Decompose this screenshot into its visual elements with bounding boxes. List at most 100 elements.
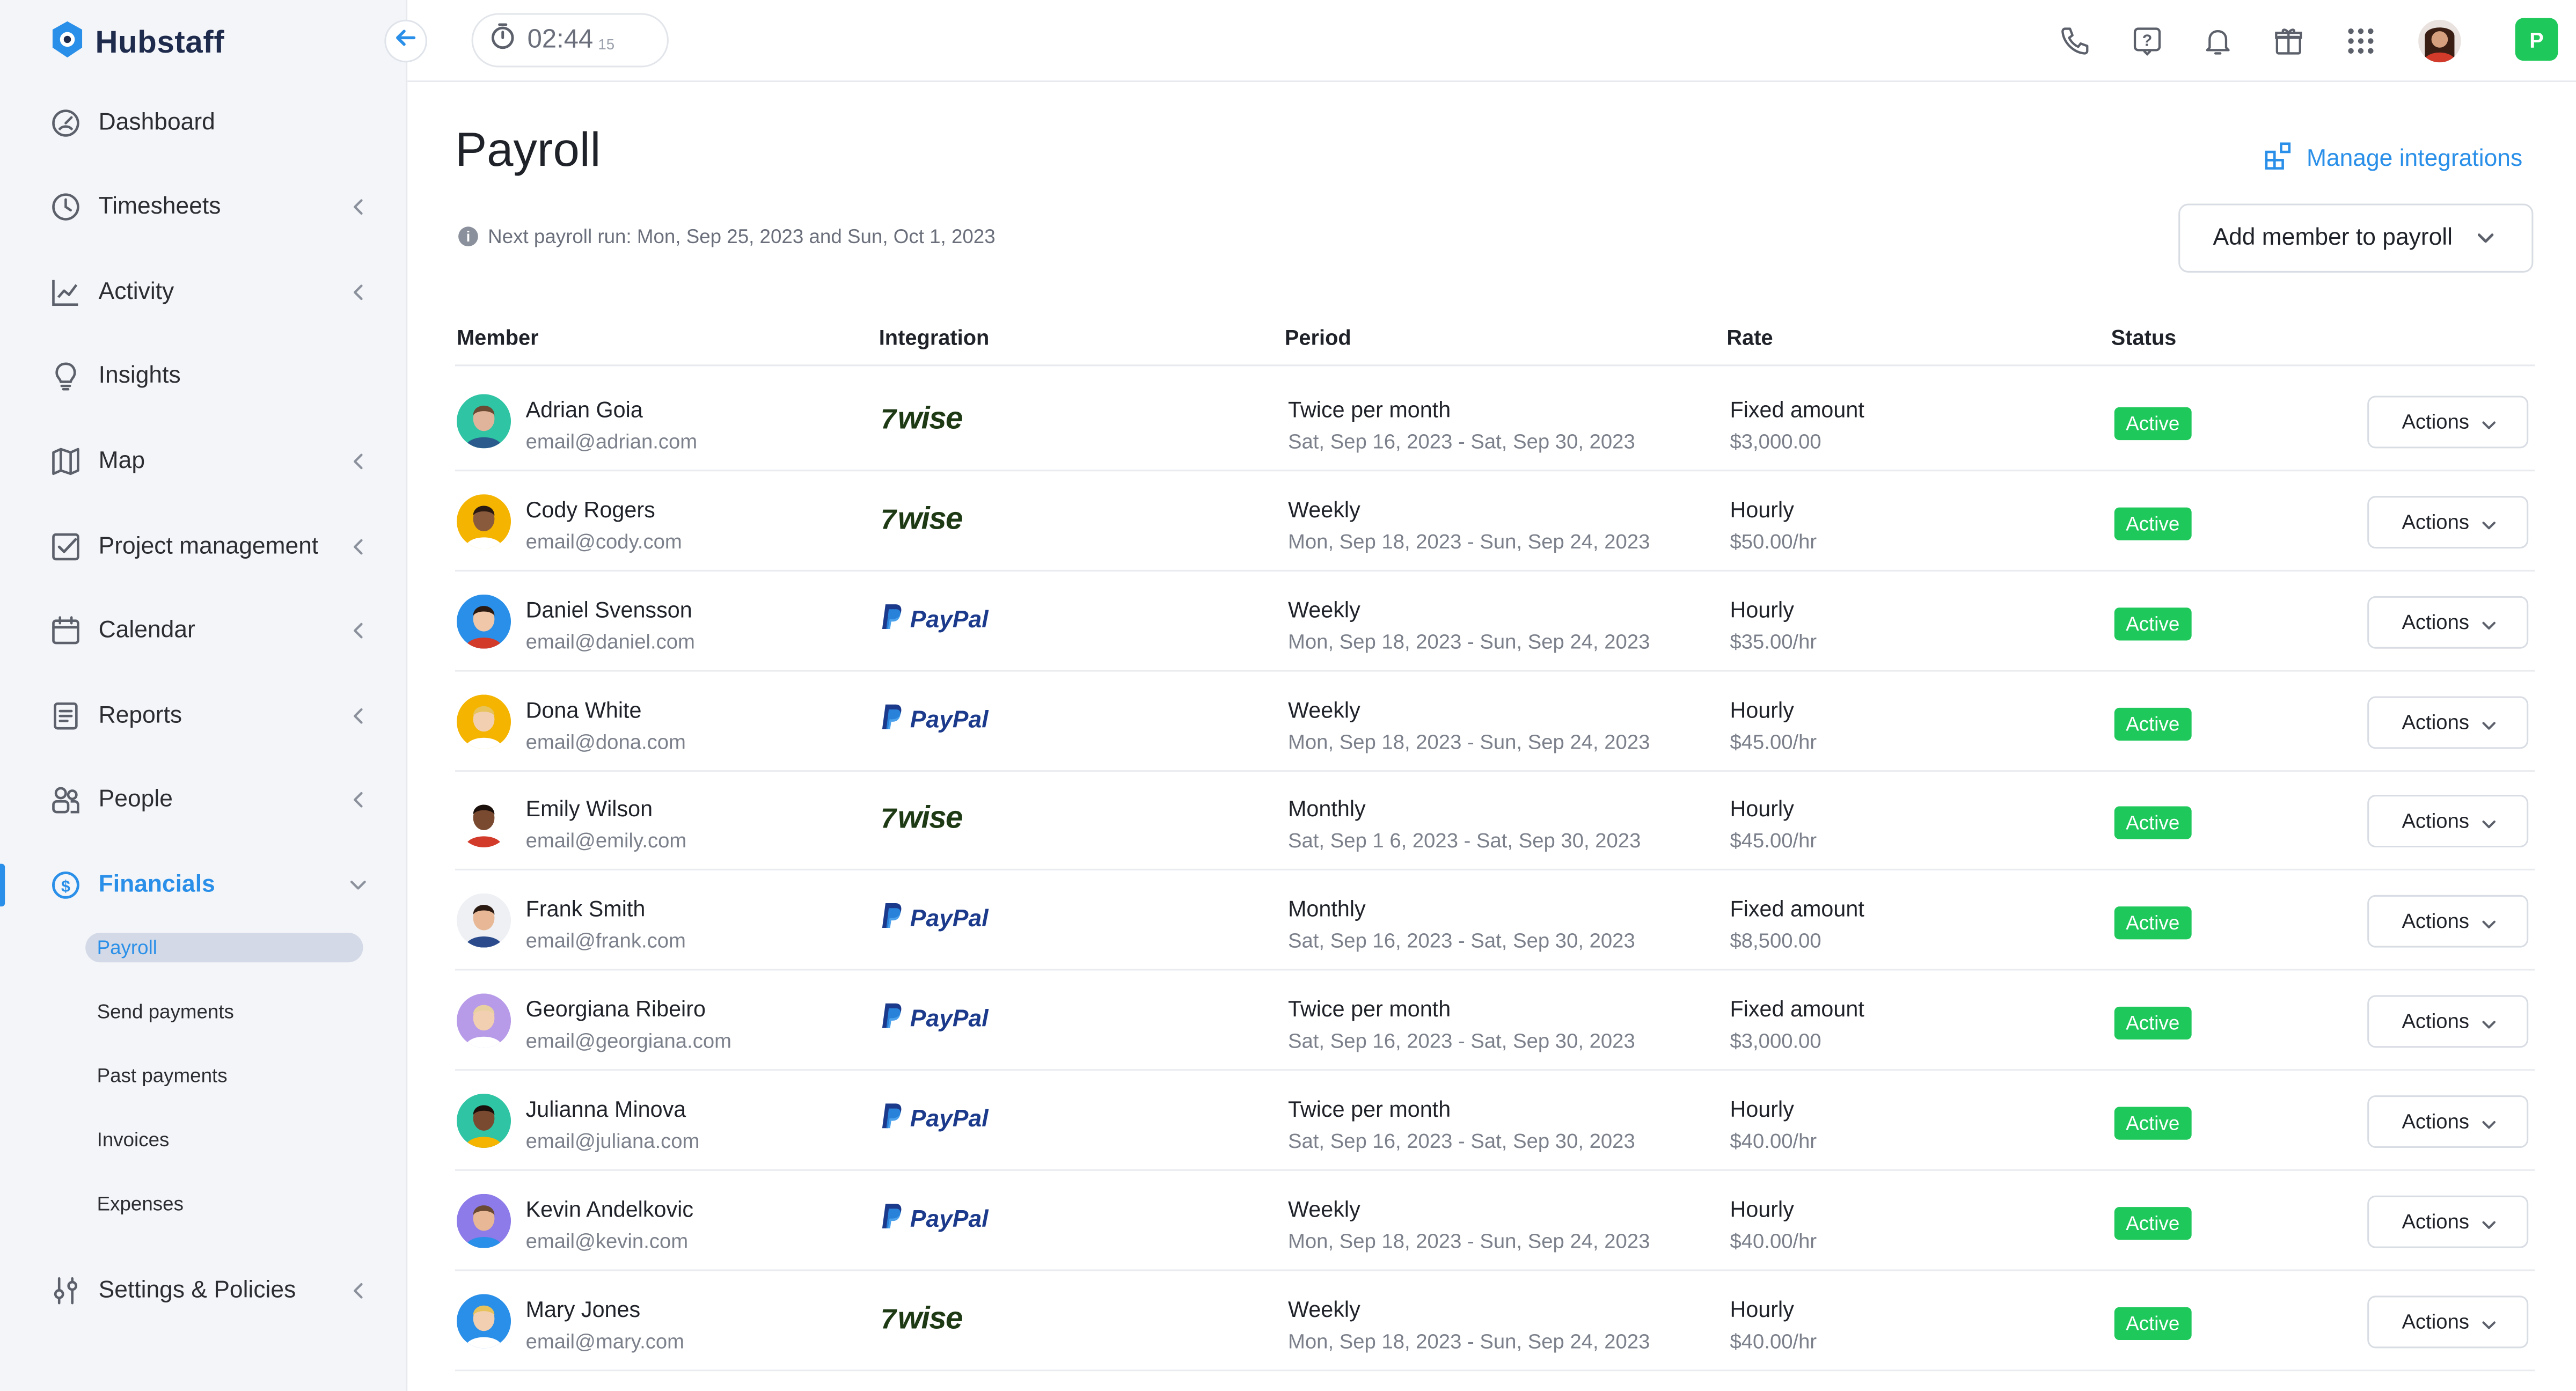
actions-button[interactable]: Actions bbox=[2367, 895, 2529, 948]
actions-button[interactable]: Actions bbox=[2367, 595, 2529, 648]
integration-name: wise bbox=[897, 1301, 963, 1336]
sidebar-item-label: Project management bbox=[98, 533, 319, 560]
chevron-left-icon bbox=[348, 619, 368, 649]
sidebar-item-label: People bbox=[98, 786, 173, 813]
sidebar-item-people[interactable]: People bbox=[49, 775, 371, 824]
sidebar-item-reports[interactable]: Reports bbox=[49, 691, 371, 741]
lightbulb-icon bbox=[49, 360, 82, 392]
sidebar-item-calendar[interactable]: Calendar bbox=[49, 606, 371, 655]
clock-icon bbox=[49, 191, 82, 223]
integration-name: wise bbox=[897, 402, 963, 437]
gauge-icon bbox=[49, 107, 82, 140]
app-root: Hubstaff Dashboard Timesheets Activity Insi… bbox=[0, 0, 2576, 1391]
sidebar: Hubstaff Dashboard Timesheets Activity Insi… bbox=[0, 0, 408, 1391]
table-row: Frank Smith email@frank.com PayPal Monthly S… bbox=[455, 871, 2535, 971]
actions-button[interactable]: Actions bbox=[2367, 396, 2529, 449]
sidebar-item-label: Activity bbox=[98, 279, 174, 306]
actions-button[interactable]: Actions bbox=[2367, 795, 2529, 848]
member-name[interactable]: Kevin Andelkovic bbox=[526, 1197, 693, 1221]
period-range: Mon, Sep 18, 2023 - Sun, Sep 24, 2023 bbox=[1288, 530, 1650, 553]
rate-type: Hourly bbox=[1730, 1297, 1794, 1322]
sidebar-subitem-payroll[interactable]: Payroll bbox=[85, 933, 363, 963]
period-frequency: Monthly bbox=[1288, 897, 1366, 922]
actions-label: Actions bbox=[2402, 910, 2470, 933]
arrow-left-icon bbox=[394, 25, 418, 56]
sidebar-item-dashboard[interactable]: Dashboard bbox=[49, 99, 371, 148]
sidebar-subitem-expenses[interactable]: Expenses bbox=[97, 1192, 184, 1216]
member-name[interactable]: Adrian Goia bbox=[526, 398, 643, 422]
member-name[interactable]: Frank Smith bbox=[526, 897, 646, 922]
apps-grid-icon[interactable] bbox=[2341, 21, 2380, 61]
actions-button[interactable]: Actions bbox=[2367, 1095, 2529, 1148]
actions-button[interactable]: Actions bbox=[2367, 696, 2529, 749]
sidebar-item-project-management[interactable]: Project management bbox=[49, 522, 371, 572]
member-email: email@georgiana.com bbox=[525, 1029, 732, 1053]
period-range: Mon, Sep 18, 2023 - Sun, Sep 24, 2023 bbox=[1288, 1229, 1650, 1253]
actions-label: Actions bbox=[2402, 1210, 2470, 1233]
member-name[interactable]: Dona White bbox=[526, 697, 642, 722]
chevron-down-icon bbox=[2480, 616, 2497, 639]
status-badge: Active bbox=[2114, 1107, 2191, 1140]
manage-integrations-link[interactable]: Manage integrations bbox=[2264, 141, 2522, 177]
table-header-divider bbox=[455, 364, 2535, 367]
sidebar-subitem-send-payments[interactable]: Send payments bbox=[97, 1000, 234, 1023]
status-badge: Active bbox=[2114, 507, 2191, 540]
gift-icon[interactable] bbox=[2269, 21, 2308, 61]
period-frequency: Twice per month bbox=[1288, 397, 1451, 422]
member-avatar bbox=[457, 494, 511, 548]
rate-type: Hourly bbox=[1730, 497, 1794, 522]
sidebar-item-activity[interactable]: Activity bbox=[49, 268, 371, 317]
member-name[interactable]: Julianna Minova bbox=[526, 1097, 686, 1122]
map-icon bbox=[49, 445, 82, 478]
sidebar-subitem-past-payments[interactable]: Past payments bbox=[97, 1064, 228, 1087]
collapse-sidebar-button[interactable] bbox=[384, 19, 427, 63]
status-badge: Active bbox=[2114, 1306, 2191, 1339]
sidebar-subitem-invoices[interactable]: Invoices bbox=[97, 1128, 170, 1151]
sidebar-item-financials[interactable]: $ Financials bbox=[49, 860, 371, 910]
phone-icon[interactable] bbox=[2055, 21, 2095, 61]
brand-name: Hubstaff bbox=[95, 25, 225, 60]
actions-label: Actions bbox=[2402, 1110, 2470, 1133]
integration-logo: PayPal bbox=[881, 1203, 989, 1236]
sidebar-item-timesheets[interactable]: Timesheets bbox=[49, 182, 371, 232]
timer[interactable]: 02:44 15 bbox=[471, 13, 669, 68]
organization-badge[interactable]: P bbox=[2515, 18, 2558, 61]
chevron-left-icon bbox=[348, 450, 368, 479]
chevron-down-icon bbox=[2480, 415, 2497, 438]
sidebar-item-insights[interactable]: Insights bbox=[49, 352, 371, 401]
brand[interactable]: Hubstaff bbox=[49, 20, 224, 68]
actions-button[interactable]: Actions bbox=[2367, 1295, 2529, 1348]
chevron-down-icon bbox=[2480, 815, 2497, 838]
member-name[interactable]: Emily Wilson bbox=[526, 797, 653, 822]
member-name[interactable]: Daniel Svensson bbox=[526, 597, 692, 622]
sidebar-item-map[interactable]: Map bbox=[49, 437, 371, 486]
member-name[interactable]: Cody Rogers bbox=[526, 497, 655, 522]
checkbox-icon bbox=[49, 530, 82, 563]
integration-logo: PayPal bbox=[881, 704, 989, 736]
sidebar-item-settings-policies[interactable]: Settings & Policies bbox=[49, 1266, 371, 1315]
chevron-down-icon bbox=[2480, 1315, 2497, 1338]
timer-seconds: 15 bbox=[598, 35, 615, 52]
add-member-to-payroll-button[interactable]: Add member to payroll bbox=[2178, 203, 2534, 273]
integration-logo: PayPal bbox=[881, 1103, 989, 1136]
actions-button[interactable]: Actions bbox=[2367, 1195, 2529, 1248]
actions-button[interactable]: Actions bbox=[2367, 995, 2529, 1048]
people-icon bbox=[49, 784, 82, 816]
column-header-status: Status bbox=[2111, 325, 2177, 350]
help-icon[interactable]: ? bbox=[2127, 21, 2167, 61]
period-frequency: Twice per month bbox=[1288, 1096, 1451, 1122]
member-name[interactable]: Mary Jones bbox=[526, 1297, 641, 1321]
member-name[interactable]: Georgiana Ribeiro bbox=[526, 997, 706, 1022]
table-row: Cody Rogers email@cody.com 7 wise Weekly Mon,… bbox=[455, 471, 2535, 572]
chevron-down-icon bbox=[2480, 515, 2497, 538]
chevron-down-icon bbox=[2480, 915, 2497, 938]
bell-icon[interactable] bbox=[2198, 21, 2237, 61]
sidebar-item-label: Dashboard bbox=[98, 110, 215, 136]
dollar-circle-icon: $ bbox=[49, 869, 82, 902]
paypal-logo-icon bbox=[881, 1202, 904, 1238]
integration-name: PayPal bbox=[910, 1107, 989, 1133]
period-range: Sat, Sep 16, 2023 - Sat, Sep 30, 2023 bbox=[1288, 929, 1635, 953]
actions-button[interactable]: Actions bbox=[2367, 495, 2529, 548]
sidebar-item-label: Financials bbox=[98, 872, 215, 898]
user-avatar[interactable] bbox=[2418, 19, 2461, 63]
